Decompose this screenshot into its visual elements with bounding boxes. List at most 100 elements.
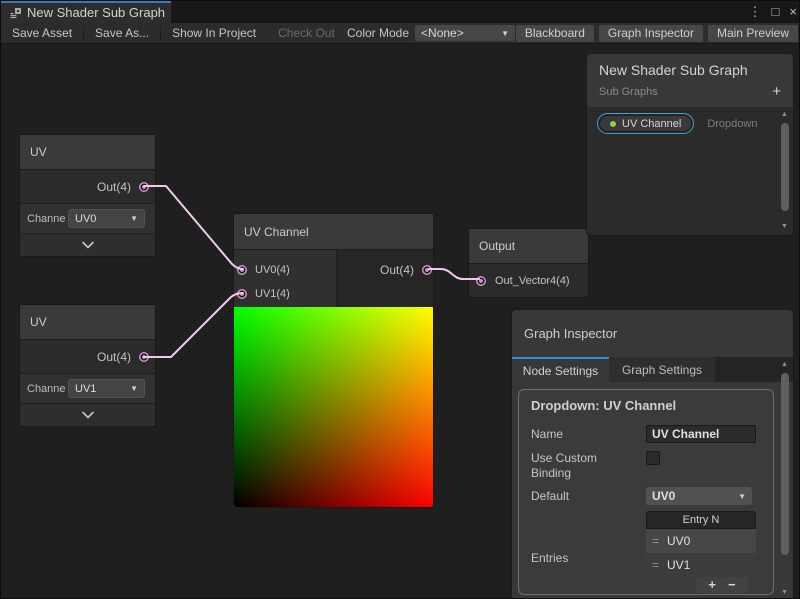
chevron-down-icon: ▼ bbox=[738, 492, 746, 501]
default-dropdown[interactable]: UV0 ▼ bbox=[646, 487, 752, 505]
node-uv-channel[interactable]: UV Channel UV0(4) UV1(4) Out(4) bbox=[233, 213, 434, 508]
menu-dots-icon[interactable]: ⋮ bbox=[749, 1, 762, 23]
tab-new-shader-sub-graph[interactable]: New Shader Sub Graph bbox=[1, 1, 171, 23]
save-asset-button[interactable]: Save Asset bbox=[1, 23, 83, 43]
use-custom-binding-checkbox[interactable] bbox=[646, 451, 660, 465]
shader-graph-window: New Shader Sub Graph ⋮ □ × Save Asset Sa… bbox=[0, 0, 800, 599]
entry-row-uv0[interactable]: = UV0 bbox=[646, 529, 756, 553]
edge-uv1-to-uvchannel[interactable] bbox=[144, 293, 243, 357]
property-row: UV Channel Dropdown bbox=[597, 113, 783, 134]
entry-value: UV0 bbox=[667, 534, 690, 548]
settings-box-title: Dropdown: UV Channel bbox=[531, 398, 761, 413]
drag-handle-icon[interactable]: = bbox=[652, 534, 659, 548]
color-mode-value: <None> bbox=[421, 26, 464, 40]
blackboard-subtitle: Sub Graphs bbox=[599, 86, 658, 98]
drag-handle-icon[interactable]: = bbox=[652, 558, 659, 572]
dropdown-settings-box: Dropdown: UV Channel Name Use Custom Bin… bbox=[518, 389, 774, 595]
show-in-project-button[interactable]: Show In Project bbox=[161, 23, 267, 43]
entries-row: Entries Entry N = UV0 = UV1 + bbox=[531, 511, 761, 593]
output-port[interactable] bbox=[138, 351, 150, 363]
blackboard-content: UV Channel Dropdown ▲ ▼ bbox=[587, 107, 793, 235]
selected-property-outline: UV Channel bbox=[597, 113, 694, 134]
input-port-out-vector4[interactable] bbox=[475, 275, 487, 287]
scroll-up-icon[interactable]: ▲ bbox=[781, 110, 788, 120]
chevron-down-icon bbox=[81, 411, 95, 419]
node-title[interactable]: Output bbox=[469, 229, 588, 264]
input-port-uv1[interactable] bbox=[236, 288, 248, 300]
port-label-uv1: UV1(4) bbox=[255, 288, 290, 300]
name-row: Name bbox=[531, 425, 761, 443]
node-title[interactable]: UV Channel bbox=[234, 214, 433, 250]
maximize-icon[interactable]: □ bbox=[772, 1, 780, 23]
toolbar: Save Asset Save As... Show In Project Ch… bbox=[1, 23, 800, 44]
channel-value: UV1 bbox=[75, 383, 96, 395]
channel-dropdown[interactable]: UV1 ▼ bbox=[68, 379, 145, 398]
graph-inspector-panel: Graph Inspector Node Settings Graph Sett… bbox=[511, 309, 794, 599]
add-property-button[interactable]: + bbox=[772, 83, 781, 100]
channel-label: Channe bbox=[27, 383, 68, 395]
channel-dropdown[interactable]: UV0 ▼ bbox=[68, 209, 145, 228]
chevron-down-icon: ▼ bbox=[130, 384, 138, 393]
scrollbar-thumb[interactable] bbox=[781, 373, 789, 555]
graph-inspector-toggle-button[interactable]: Graph Inspector bbox=[599, 25, 703, 42]
uv-preview-green-layer bbox=[234, 307, 433, 507]
tab-graph-settings[interactable]: Graph Settings bbox=[609, 357, 715, 382]
property-name: UV Channel bbox=[622, 118, 681, 130]
node-title[interactable]: UV bbox=[20, 135, 155, 170]
scrollbar-thumb[interactable] bbox=[781, 123, 789, 211]
scroll-up-icon[interactable]: ▲ bbox=[781, 360, 788, 370]
main-preview-toggle-button[interactable]: Main Preview bbox=[708, 25, 798, 42]
channel-label: Channe bbox=[27, 213, 68, 225]
active-tab-accent bbox=[1, 1, 171, 3]
port-row: Out(4) bbox=[20, 340, 155, 374]
property-type-label: Dropdown bbox=[707, 118, 757, 130]
output-ports-column: Out(4) bbox=[337, 250, 433, 307]
chevron-down-icon: ▼ bbox=[130, 214, 138, 223]
input-port-uv0[interactable] bbox=[236, 264, 248, 276]
use-custom-binding-label: Use Custom Binding bbox=[531, 449, 631, 481]
collapse-preview-chevron[interactable] bbox=[20, 234, 155, 256]
port-row: Out(4) bbox=[20, 170, 155, 204]
remove-entry-button[interactable]: − bbox=[728, 578, 736, 592]
default-label: Default bbox=[531, 487, 646, 504]
save-as-button[interactable]: Save As... bbox=[84, 23, 160, 43]
output-port[interactable] bbox=[138, 181, 150, 193]
add-entry-button[interactable]: + bbox=[708, 578, 716, 592]
tab-node-settings[interactable]: Node Settings bbox=[512, 357, 609, 382]
output-port[interactable] bbox=[421, 264, 433, 276]
entry-row-uv1[interactable]: = UV1 bbox=[646, 553, 756, 577]
dropdown-property-dot-icon bbox=[610, 121, 616, 127]
edge-uv0-to-uvchannel[interactable] bbox=[144, 186, 243, 269]
blackboard-scrollbar[interactable]: ▲ ▼ bbox=[778, 110, 791, 232]
blackboard-toggle-button[interactable]: Blackboard bbox=[516, 25, 594, 42]
port-row: UV0(4) bbox=[234, 258, 336, 282]
blackboard-header[interactable]: New Shader Sub Graph Sub Graphs + bbox=[587, 54, 793, 107]
port-label-uv0: UV0(4) bbox=[255, 264, 290, 276]
port-row: Out(4) bbox=[337, 258, 433, 282]
collapse-preview-chevron[interactable] bbox=[20, 404, 155, 426]
entries-header: Entry N bbox=[646, 511, 756, 529]
node-uv-bottom[interactable]: UV Out(4) Channe UV1 ▼ bbox=[19, 304, 156, 427]
port-label-out-vector4: Out_Vector4(4) bbox=[495, 275, 570, 287]
scroll-down-icon[interactable]: ▼ bbox=[781, 222, 788, 232]
inspector-tabs: Node Settings Graph Settings bbox=[512, 357, 793, 382]
node-output[interactable]: Output Out_Vector4(4) bbox=[468, 228, 589, 298]
entries-label: Entries bbox=[531, 511, 646, 566]
blackboard-panel: New Shader Sub Graph Sub Graphs + UV Cha… bbox=[586, 53, 794, 236]
tab-bar: New Shader Sub Graph ⋮ □ × bbox=[1, 1, 800, 23]
node-title[interactable]: UV bbox=[20, 305, 155, 340]
close-icon[interactable]: × bbox=[789, 1, 797, 23]
inspector-scrollbar[interactable]: ▲ ▼ bbox=[778, 360, 791, 598]
window-controls: ⋮ □ × bbox=[749, 1, 797, 23]
property-pill-uv-channel[interactable]: UV Channel bbox=[599, 115, 692, 132]
node-uv-top[interactable]: UV Out(4) Channe UV0 ▼ bbox=[19, 134, 156, 257]
color-mode-dropdown[interactable]: <None> ▼ bbox=[415, 25, 515, 41]
graph-inspector-title[interactable]: Graph Inspector bbox=[512, 310, 793, 357]
name-field[interactable] bbox=[646, 425, 756, 443]
channel-value: UV0 bbox=[75, 213, 96, 225]
use-custom-binding-row: Use Custom Binding bbox=[531, 449, 761, 481]
scroll-down-icon[interactable]: ▼ bbox=[781, 588, 788, 598]
subgraph-icon bbox=[9, 7, 22, 20]
input-ports-column: UV0(4) UV1(4) bbox=[234, 250, 337, 307]
uv-preview bbox=[234, 307, 433, 507]
